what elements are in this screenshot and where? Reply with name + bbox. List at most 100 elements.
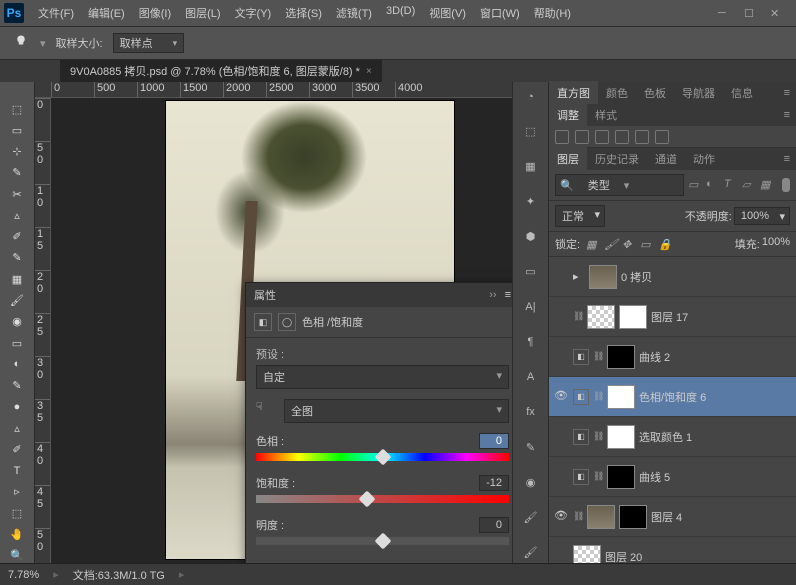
dock-icon[interactable]: 🖌 <box>520 542 542 563</box>
layer-name[interactable]: 曲线 5 <box>639 469 792 485</box>
layer-name[interactable]: 图层 17 <box>651 309 792 325</box>
link-icon[interactable]: ⛓ <box>593 391 603 402</box>
panel-tab[interactable]: 图层 <box>549 147 587 171</box>
panel-tab[interactable]: 调整 <box>549 103 587 127</box>
dock-icon[interactable]: ✦ <box>520 191 542 212</box>
layer-mask-thumbnail[interactable] <box>607 425 635 449</box>
dock-icon[interactable]: 🖌 <box>520 507 542 528</box>
tool[interactable]: ✐ <box>6 230 28 244</box>
layer-thumbnail[interactable] <box>573 545 601 564</box>
menu-item[interactable]: 帮助(H) <box>528 1 577 25</box>
fill-value[interactable]: 100% <box>762 236 790 252</box>
document-tab[interactable]: 9V0A0885 拷贝.psd @ 7.78% (色相/饱和度 6, 图层蒙版/… <box>60 60 382 82</box>
tool[interactable]: ▭ <box>6 123 28 137</box>
link-icon[interactable]: ⛓ <box>593 351 603 362</box>
layer-name[interactable]: 图层 20 <box>605 549 792 564</box>
layer-thumbnail[interactable] <box>589 265 617 289</box>
adj-icon[interactable] <box>575 130 589 144</box>
layer-row[interactable]: 图层 20 <box>549 537 796 563</box>
filter-smart-icon[interactable]: ▦ <box>760 178 774 192</box>
lock-all-icon[interactable]: 🔒 <box>658 238 670 250</box>
close-tab-icon[interactable]: × <box>366 66 372 77</box>
dock-icon[interactable]: ⬢ <box>520 226 542 247</box>
menu-item[interactable]: 视图(V) <box>423 1 472 25</box>
filter-pixel-icon[interactable]: ▭ <box>688 178 702 192</box>
link-icon[interactable]: ⛓ <box>593 471 603 482</box>
maximize-icon[interactable]: ☐ <box>744 7 756 19</box>
lightness-slider[interactable] <box>256 537 509 545</box>
lock-position-icon[interactable]: ✥ <box>622 238 634 250</box>
filter-shape-icon[interactable]: ▱ <box>742 178 756 192</box>
tool[interactable]: ⊹ <box>6 145 28 159</box>
panel-tab[interactable]: 动作 <box>685 147 723 171</box>
lock-transparency-icon[interactable]: ▦ <box>586 238 598 250</box>
panel-tab[interactable]: 样式 <box>587 103 625 127</box>
dock-icon[interactable]: A <box>520 367 542 388</box>
menu-item[interactable]: 图层(L) <box>179 1 226 25</box>
dock-icon[interactable]: ◉ <box>520 472 542 493</box>
layer-name[interactable]: 0 拷贝 <box>621 269 792 285</box>
preset-dropdown[interactable]: 自定 <box>256 365 509 389</box>
layer-row[interactable]: ◧⛓选取颜色 1 <box>549 417 796 457</box>
tool[interactable]: ⬚ <box>6 506 28 520</box>
layer-mask-thumbnail[interactable] <box>607 385 635 409</box>
panel-tab[interactable]: 色板 <box>636 81 674 105</box>
layer-row[interactable]: ◧⛓曲线 5 <box>549 457 796 497</box>
dock-icon[interactable]: ¶ <box>520 332 542 353</box>
tool[interactable]: ✐ <box>6 442 28 456</box>
mask-icon[interactable]: ◯ <box>278 313 296 331</box>
adj-icon[interactable] <box>595 130 609 144</box>
menu-item[interactable]: 图像(I) <box>133 1 177 25</box>
layer-visibility-icon[interactable] <box>553 429 569 445</box>
tool[interactable]: ▦ <box>6 272 28 286</box>
layer-mask-thumbnail[interactable] <box>607 345 635 369</box>
tool[interactable]: ⬚ <box>6 102 28 116</box>
panel-tab[interactable]: 颜色 <box>598 81 636 105</box>
dock-icon[interactable]: fx <box>520 402 542 423</box>
layer-visibility-icon[interactable] <box>553 269 569 285</box>
menu-item[interactable]: 文字(Y) <box>229 1 278 25</box>
layer-row[interactable]: ▸0 拷贝 <box>549 257 796 297</box>
filter-adj-icon[interactable]: ◐ <box>706 178 720 192</box>
lock-artboard-icon[interactable]: ▭ <box>640 238 652 250</box>
menu-item[interactable]: 选择(S) <box>279 1 328 25</box>
filter-type-icon[interactable]: T <box>724 178 738 192</box>
tool[interactable]: ✂ <box>6 187 28 201</box>
link-icon[interactable]: ⛓ <box>593 431 603 442</box>
menu-item[interactable]: 编辑(E) <box>82 1 131 25</box>
tool[interactable]: ◉ <box>6 315 28 329</box>
layer-row[interactable]: ◧⛓曲线 2 <box>549 337 796 377</box>
zoom-level[interactable]: 7.78% <box>8 569 39 581</box>
tool[interactable]: 🔍 <box>6 549 28 563</box>
panel-menu-icon[interactable]: ≡ <box>776 83 796 103</box>
dock-icon[interactable]: ◔ <box>520 86 542 107</box>
layer-visibility-icon[interactable] <box>553 349 569 365</box>
layer-row[interactable]: 👁⛓图层 4 <box>549 497 796 537</box>
link-icon[interactable]: ⛓ <box>573 311 583 322</box>
layer-visibility-icon[interactable] <box>553 549 569 564</box>
tool[interactable]: ✎ <box>6 251 28 265</box>
panel-menu-icon[interactable]: ≡ <box>776 149 796 169</box>
layer-thumbnail[interactable] <box>619 305 647 329</box>
panel-tab[interactable]: 直方图 <box>549 81 598 105</box>
layer-row[interactable]: ⛓ 图层 17 <box>549 297 796 337</box>
layer-visibility-icon[interactable] <box>553 469 569 485</box>
tool[interactable]: ▵ <box>6 208 28 222</box>
sample-size-dropdown[interactable]: 取样点 <box>113 33 185 53</box>
panel-menu-icon[interactable]: ≡ <box>776 105 796 125</box>
doc-size[interactable]: 文档:63.3M/1.0 TG <box>73 567 165 583</box>
tool[interactable]: ◐ <box>6 357 28 371</box>
close-icon[interactable]: ✕ <box>770 7 782 19</box>
layer-name[interactable]: 曲线 2 <box>639 349 792 365</box>
panel-tab[interactable]: 通道 <box>647 147 685 171</box>
panel-tab[interactable]: 历史记录 <box>587 147 647 171</box>
lightness-value[interactable]: 0 <box>479 517 509 533</box>
dock-icon[interactable]: ✎ <box>520 437 542 458</box>
range-dropdown[interactable]: 全图 <box>284 399 509 423</box>
layer-visibility-icon[interactable] <box>553 309 569 325</box>
layer-visibility-icon[interactable]: 👁 <box>553 389 569 405</box>
layer-thumbnail[interactable] <box>587 305 615 329</box>
blend-mode-dropdown[interactable]: 正常 <box>555 205 605 227</box>
tool[interactable]: 🖌 <box>6 293 28 307</box>
menu-item[interactable]: 3D(D) <box>380 1 421 25</box>
